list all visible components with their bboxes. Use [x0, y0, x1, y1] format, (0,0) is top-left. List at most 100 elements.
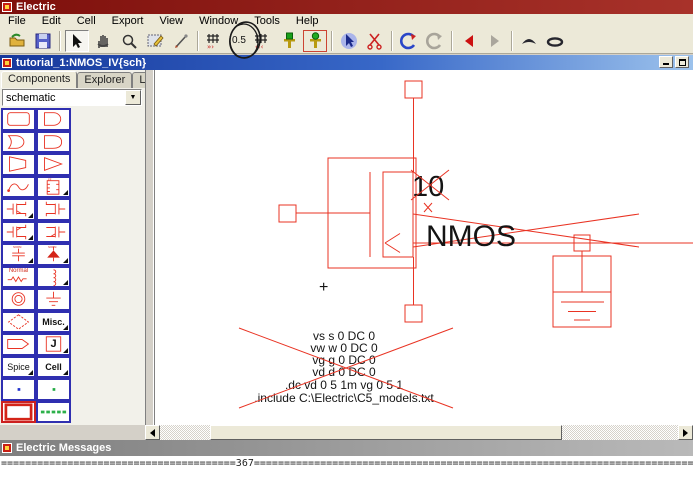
scissors-icon: [365, 31, 385, 51]
scrollbar-thumb[interactable]: [210, 425, 562, 440]
palette-resistor[interactable]: Normal: [1, 266, 36, 289]
scroll-right-button[interactable]: [678, 425, 693, 440]
palette-pmos-transistor[interactable]: [36, 198, 71, 221]
menu-tools[interactable]: Tools: [246, 14, 288, 28]
toolbar-separator: [511, 31, 513, 51]
collapse-cells-button[interactable]: [543, 30, 567, 52]
palette-diode[interactable]: NORM: [36, 243, 71, 266]
palette-global-signal[interactable]: [1, 311, 36, 334]
toolbar-separator: [59, 31, 61, 51]
palette-npn-transistor[interactable]: [1, 221, 36, 244]
rotate-button[interactable]: [397, 30, 421, 52]
technology-dropdown[interactable]: schematic ▼: [2, 89, 142, 106]
select-area-tool-button[interactable]: [143, 30, 167, 52]
mirror-button-disabled[interactable]: [423, 30, 447, 52]
menu-file[interactable]: File: [0, 14, 34, 28]
palette-green-dot[interactable]: [36, 378, 71, 401]
menu-cell[interactable]: Cell: [69, 14, 104, 28]
pan-hand-icon: [94, 32, 112, 50]
menu-export[interactable]: Export: [104, 14, 152, 28]
palette-resistor-label: Normal: [3, 268, 34, 287]
open-folder-icon: [7, 31, 27, 51]
panel-divider[interactable]: [145, 70, 154, 425]
svg-text:.include C:\Electric\C5_models: .include C:\Electric\C5_models.txt: [254, 391, 434, 405]
palette-blue-dot[interactable]: [1, 378, 36, 401]
electric-app-icon: [2, 2, 12, 12]
menu-help[interactable]: Help: [288, 14, 327, 28]
submenu-arrow-icon: [63, 348, 68, 353]
source-pin[interactable]: [405, 305, 422, 322]
main-titlebar[interactable]: Electric: [0, 0, 693, 14]
wire-pen-icon: [172, 32, 190, 50]
scroll-left-button[interactable]: [145, 425, 160, 440]
select-arrow-tool-button[interactable]: [65, 30, 89, 52]
palette-offpage[interactable]: [1, 333, 36, 356]
palette-buffer-gate[interactable]: [36, 108, 71, 131]
document-window-buttons: [659, 56, 689, 68]
ground-node[interactable]: [553, 251, 611, 327]
document-titlebar[interactable]: tutorial_1:NMOS_IV{sch}: [0, 55, 693, 70]
menu-edit[interactable]: Edit: [34, 14, 69, 28]
back-arrow-icon: [460, 32, 478, 50]
canvas-horizontal-scrollbar[interactable]: [145, 425, 693, 440]
palette-inductor[interactable]: [36, 266, 71, 289]
minimize-button[interactable]: [659, 56, 673, 68]
palette-green-dashed-line[interactable]: [36, 401, 71, 424]
messages-body[interactable]: =======================================3…: [0, 456, 693, 478]
export-port-alt-button[interactable]: [303, 30, 327, 52]
palette-nmos-transistor[interactable]: [1, 198, 36, 221]
palette-misc[interactable]: Misc.: [36, 311, 71, 334]
tab-components[interactable]: Components: [1, 71, 77, 88]
palette-mux[interactable]: [1, 153, 36, 176]
zoom-tool-button[interactable]: [117, 30, 141, 52]
document-title: tutorial_1:NMOS_IV{sch}: [16, 57, 146, 69]
svg-text:»›: »›: [207, 43, 214, 51]
palette-wire-pin[interactable]: [1, 108, 36, 131]
palette-cell[interactable]: Cell: [36, 356, 71, 379]
palette-capacitor[interactable]: NORM: [1, 243, 36, 266]
palette-switch[interactable]: [1, 176, 36, 199]
palette-ground[interactable]: [36, 288, 71, 311]
forward-arrow-icon: [486, 32, 504, 50]
menu-window[interactable]: Window: [191, 14, 246, 28]
palette-spice[interactable]: Spice: [1, 356, 36, 379]
palette-and-gate[interactable]: [36, 131, 71, 154]
wire-tool-button[interactable]: [169, 30, 193, 52]
palette-pnp-transistor[interactable]: [36, 221, 71, 244]
tab-explorer[interactable]: Explorer: [77, 72, 132, 88]
menubar: File Edit Cell Export View Window Tools …: [0, 14, 693, 28]
open-button[interactable]: [5, 30, 29, 52]
select-objects-button[interactable]: [337, 30, 361, 52]
palette-flipflop[interactable]: FF: [36, 176, 71, 199]
expand-cells-button[interactable]: [517, 30, 541, 52]
maximize-button[interactable]: [675, 56, 689, 68]
palette-source[interactable]: [1, 288, 36, 311]
gate-pin[interactable]: [279, 205, 296, 222]
submenu-arrow-icon: [63, 190, 68, 195]
messages-titlebar[interactable]: Electric Messages: [0, 440, 693, 456]
schematic-canvas[interactable]: 10 NMOS + vs s 0 DC 0 vw w 0 DC 0 vg g 0…: [154, 70, 693, 425]
expand-icon: [519, 31, 539, 51]
palette-red-box[interactable]: [1, 401, 36, 424]
back-button[interactable]: [457, 30, 481, 52]
forward-button-disabled[interactable]: [483, 30, 507, 52]
cut-button[interactable]: [363, 30, 387, 52]
palette-buffer[interactable]: [36, 153, 71, 176]
toolbar-separator: [331, 31, 333, 51]
palette-or-gate[interactable]: [1, 131, 36, 154]
technology-dropdown-value: schematic: [3, 92, 125, 104]
chevron-down-icon[interactable]: ▼: [125, 90, 141, 105]
menu-view[interactable]: View: [151, 14, 191, 28]
maximize-icon: [679, 59, 686, 66]
drain-pin[interactable]: [405, 81, 422, 98]
grid-size-label: 0.5: [228, 35, 250, 46]
grid-alignment-button[interactable]: ‹‹‹: [251, 30, 275, 52]
svg-text:‹‹‹: ‹‹‹: [255, 43, 264, 51]
mirror-icon: [425, 31, 445, 51]
palette-jfet[interactable]: J: [36, 333, 71, 356]
export-port-button[interactable]: [277, 30, 301, 52]
pan-tool-button[interactable]: [91, 30, 115, 52]
model-label[interactable]: NMOS: [426, 220, 516, 253]
save-button[interactable]: [31, 30, 55, 52]
toggle-grid-button[interactable]: »›: [203, 30, 227, 52]
